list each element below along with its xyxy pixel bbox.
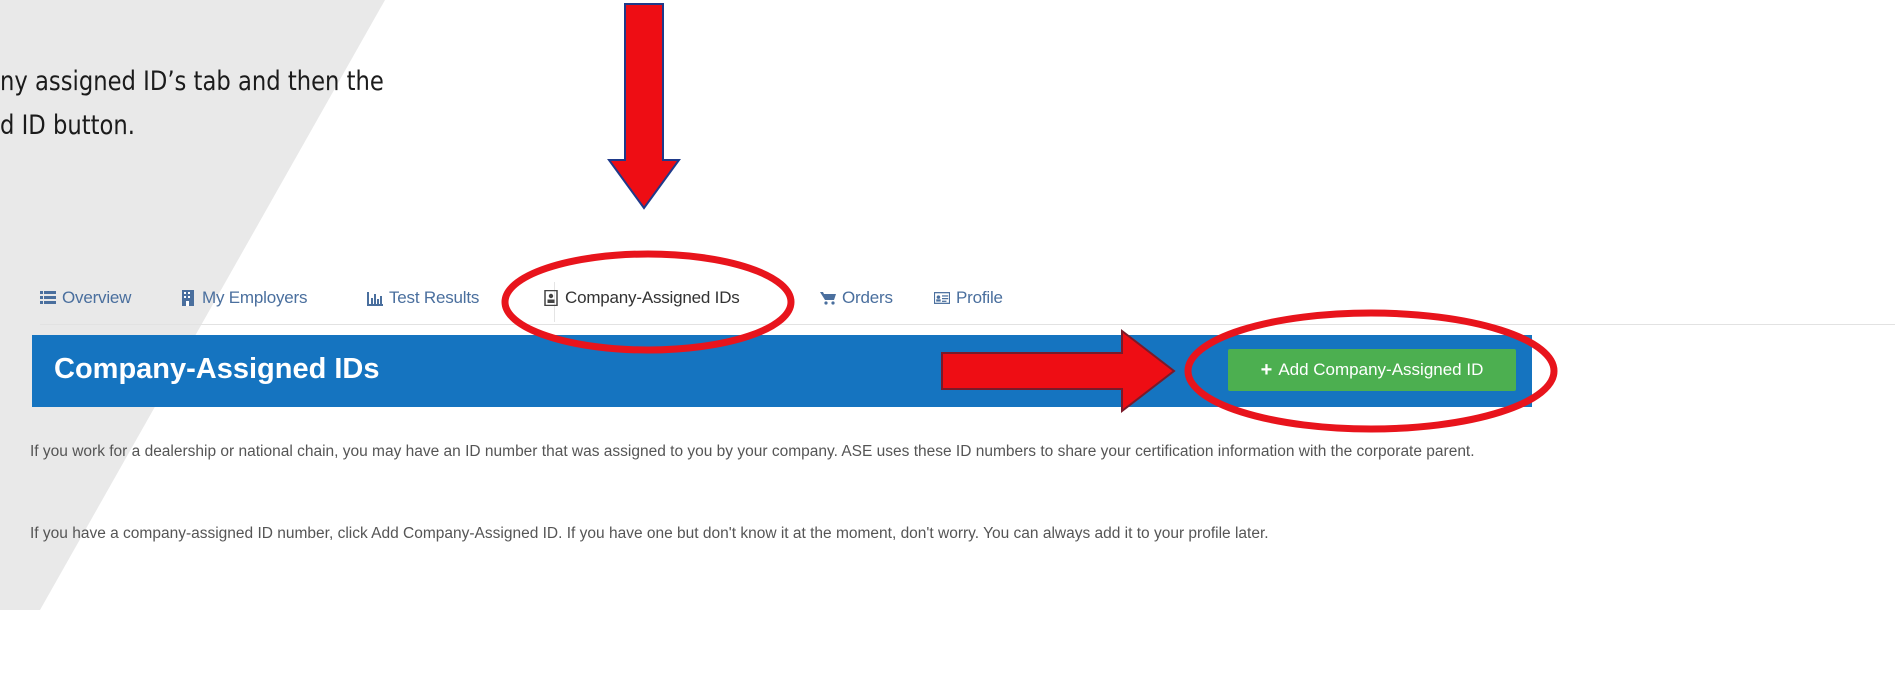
id-card-icon (934, 290, 950, 306)
tab-profile[interactable]: Profile (934, 288, 1003, 308)
instruction-text: ny assigned ID’s tab and then the d ID b… (0, 60, 384, 148)
page-title: Company-Assigned IDs (54, 353, 380, 385)
tab-label: Profile (956, 288, 1003, 307)
tab-company-assigned-ids[interactable]: Company-Assigned IDs (543, 288, 740, 308)
bar-chart-icon (367, 290, 383, 306)
cart-icon (820, 290, 836, 306)
tab-test-results[interactable]: Test Results (367, 288, 479, 308)
id-badge-icon (543, 290, 559, 306)
instruction-line-2: d ID button. (0, 110, 135, 141)
tab-my-employers[interactable]: My Employers (180, 288, 307, 308)
add-button-label: Add Company-Assigned ID (1278, 360, 1484, 379)
list-icon (40, 290, 56, 306)
tab-bar: Overview My Employers Test Results Compa… (40, 280, 1895, 325)
tab-label: Test Results (389, 288, 480, 307)
building-icon (180, 290, 196, 306)
add-company-assigned-id-button[interactable]: + Add Company-Assigned ID (1228, 349, 1516, 391)
page-header-bar: Company-Assigned IDs + Add Company-Assig… (32, 335, 1532, 407)
tab-label: My Employers (202, 288, 308, 307)
tab-overview[interactable]: Overview (40, 288, 131, 308)
info-paragraph-1: If you work for a dealership or national… (30, 443, 1475, 460)
tab-label: Overview (62, 288, 132, 307)
info-paragraph-2: If you have a company-assigned ID number… (30, 525, 1269, 542)
plus-icon: + (1260, 359, 1273, 381)
tab-label: Company-Assigned IDs (565, 288, 740, 307)
tab-orders[interactable]: Orders (820, 288, 893, 308)
instruction-line-1: ny assigned ID’s tab and then the (0, 66, 384, 97)
tab-label: Orders (842, 288, 893, 307)
